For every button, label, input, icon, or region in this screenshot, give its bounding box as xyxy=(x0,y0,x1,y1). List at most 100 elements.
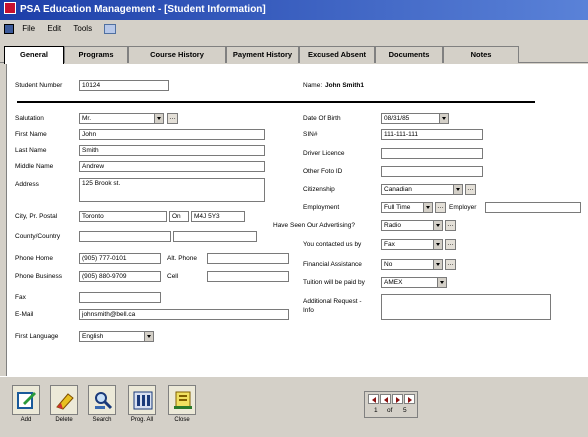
additional-info-label: Info xyxy=(303,307,314,314)
phone-business-field[interactable]: (905) 880-9709 xyxy=(79,271,161,282)
student-number-label: Student Number xyxy=(15,82,63,89)
tuition-select[interactable]: AMEX xyxy=(381,277,447,288)
address-field[interactable]: 125 Brook st. xyxy=(79,178,265,202)
of-label: of xyxy=(387,407,393,414)
close-button[interactable] xyxy=(168,385,196,415)
sin-label: SIN# xyxy=(303,131,318,138)
tab-general[interactable]: General xyxy=(4,46,64,64)
advertising-value: Radio xyxy=(384,222,401,229)
phone-home-label: Phone Home xyxy=(15,255,53,262)
menu-edit[interactable]: Edit xyxy=(47,20,61,37)
city-field[interactable]: Toronto xyxy=(79,211,167,222)
advertising-more-button[interactable]: … xyxy=(445,220,456,231)
last-name-label: Last Name xyxy=(15,147,47,154)
cell-field[interactable] xyxy=(207,271,289,282)
first-name-field[interactable]: John xyxy=(79,129,265,140)
search-label: Search xyxy=(92,417,112,423)
employment-select[interactable]: Full Time xyxy=(381,202,433,213)
name-label: Name: xyxy=(303,82,323,89)
last-record-icon[interactable] xyxy=(404,394,415,404)
add-button[interactable] xyxy=(12,385,40,415)
county-label: County/Country xyxy=(15,233,61,240)
chevron-down-icon[interactable] xyxy=(437,278,446,287)
citizenship-more-button[interactable]: … xyxy=(465,184,476,195)
current-record: 1 xyxy=(374,407,378,414)
prog-all-button[interactable] xyxy=(128,385,156,415)
salutation-select[interactable]: Mr. xyxy=(79,113,164,124)
chevron-down-icon[interactable] xyxy=(154,114,163,123)
employment-more-button[interactable]: … xyxy=(435,202,446,213)
chevron-down-icon[interactable] xyxy=(144,332,153,341)
first-language-select[interactable]: English xyxy=(79,331,154,342)
driver-licence-label: Driver Licence xyxy=(303,150,345,157)
financial-assistance-value: No xyxy=(384,261,393,268)
tab-notes[interactable]: Notes xyxy=(443,46,519,63)
student-form: Student Number 10124 Name: John Smith1 S… xyxy=(6,64,588,376)
tuition-label: Tuition will be paid by xyxy=(303,279,365,286)
search-button[interactable] xyxy=(88,385,116,415)
additional-request-field[interactable] xyxy=(381,294,551,320)
city-pr-postal-label: City, Pr. Postal xyxy=(15,213,58,220)
phone-home-field[interactable]: (905) 777-0101 xyxy=(79,253,161,264)
first-language-value: English xyxy=(82,333,104,340)
first-language-label: First Language xyxy=(15,333,59,340)
first-record-icon[interactable] xyxy=(368,394,379,404)
advertising-select[interactable]: Radio xyxy=(381,220,443,231)
employment-label: Employment xyxy=(303,204,340,211)
employer-label: Employer xyxy=(449,204,477,211)
chevron-down-icon[interactable] xyxy=(423,203,432,212)
alt-phone-field[interactable] xyxy=(207,253,289,264)
dob-field[interactable]: 08/31/85 xyxy=(381,113,449,124)
province-field[interactable]: On xyxy=(169,211,189,222)
menu-tools[interactable]: Tools xyxy=(73,20,92,37)
postal-code-field[interactable]: M4J 5Y3 xyxy=(191,211,245,222)
previous-record-icon[interactable] xyxy=(380,394,391,404)
driver-licence-field[interactable] xyxy=(381,148,483,159)
header-divider xyxy=(17,101,535,103)
chevron-down-icon[interactable] xyxy=(433,240,442,249)
last-name-field[interactable]: Smith xyxy=(79,145,265,156)
county-field[interactable] xyxy=(79,231,171,242)
middle-name-field[interactable]: Andrew xyxy=(79,161,265,172)
other-foto-id-field[interactable] xyxy=(381,166,483,177)
menu-file[interactable]: File xyxy=(22,20,35,37)
search-icon xyxy=(95,392,113,410)
toolbar-dropdown-icon[interactable] xyxy=(104,23,117,34)
salutation-label: Salutation xyxy=(15,115,44,122)
email-field[interactable]: johnsmith@bell.ca xyxy=(79,309,289,320)
tab-excused-absent[interactable]: Excused Absent xyxy=(299,46,375,63)
other-foto-id-label: Other Foto ID xyxy=(303,168,343,175)
contacted-by-label: You contacted us by xyxy=(303,241,362,248)
citizenship-select[interactable]: Canadian xyxy=(381,184,463,195)
financial-assistance-select[interactable]: No xyxy=(381,259,443,270)
fax-label: Fax xyxy=(15,294,26,301)
delete-button[interactable] xyxy=(50,385,78,415)
financial-assistance-more-button[interactable]: … xyxy=(445,259,456,270)
contacted-by-value: Fax xyxy=(384,241,395,248)
form-icon[interactable] xyxy=(4,23,14,34)
tab-course-history[interactable]: Course History xyxy=(128,46,226,63)
alt-phone-label: Alt. Phone xyxy=(167,255,197,262)
salutation-more-button[interactable]: … xyxy=(167,113,178,124)
country-field[interactable] xyxy=(173,231,257,242)
student-number-field[interactable]: 10124 xyxy=(79,80,169,91)
tab-payment-history[interactable]: Payment History xyxy=(226,46,299,63)
fax-field[interactable] xyxy=(79,292,161,303)
name-value: John Smith1 xyxy=(325,82,365,89)
citizenship-label: Citizenship xyxy=(303,186,335,193)
tab-documents[interactable]: Documents xyxy=(375,46,443,63)
sin-field[interactable]: 111-111-111 xyxy=(381,129,483,140)
tab-programs[interactable]: Programs xyxy=(64,46,128,63)
contacted-by-more-button[interactable]: … xyxy=(445,239,456,250)
calendar-dropdown-icon[interactable] xyxy=(439,114,448,123)
employer-field[interactable] xyxy=(485,202,581,213)
bottom-toolbar: Add Delete Search Prog. All Close 1 of 5 xyxy=(0,376,588,437)
chevron-down-icon[interactable] xyxy=(453,185,462,194)
next-record-icon[interactable] xyxy=(392,394,403,404)
first-name-label: First Name xyxy=(15,131,47,138)
contacted-by-select[interactable]: Fax xyxy=(381,239,443,250)
chevron-down-icon[interactable] xyxy=(433,260,442,269)
window-title: PSA Education Management - [Student Info… xyxy=(20,4,266,15)
tab-bar: General Programs Course History Payment … xyxy=(0,46,588,64)
chevron-down-icon[interactable] xyxy=(433,221,442,230)
